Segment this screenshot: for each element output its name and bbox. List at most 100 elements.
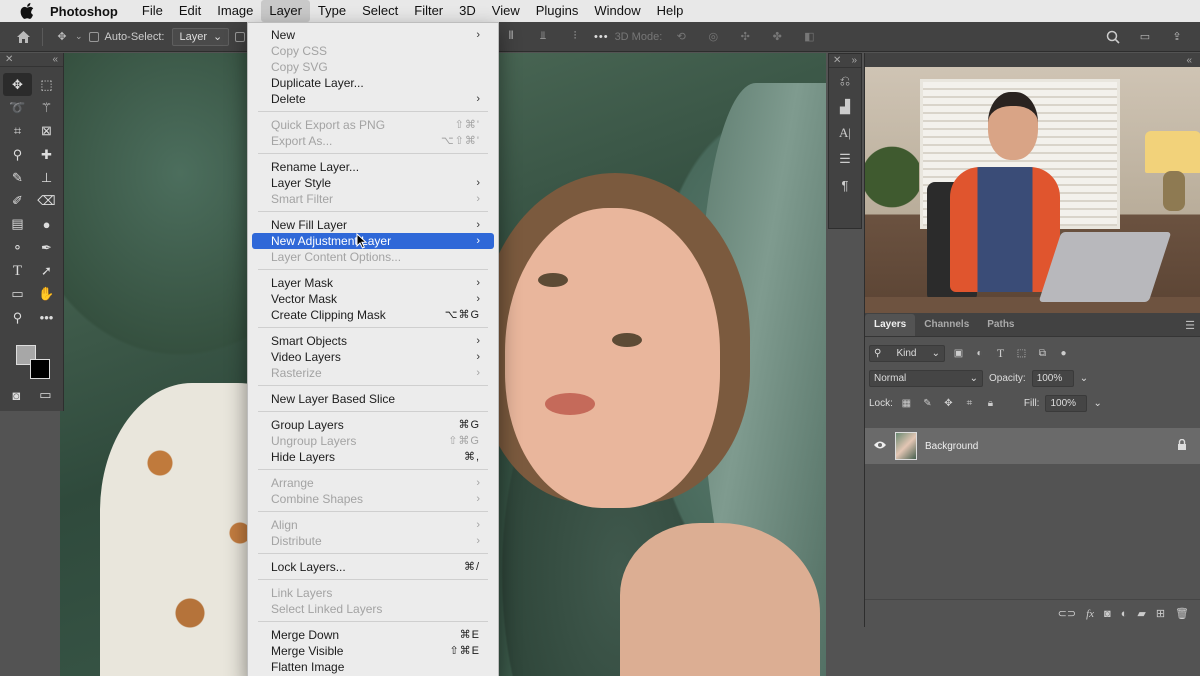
menu-item-delete[interactable]: Delete › — [252, 91, 494, 107]
menu-view[interactable]: View — [484, 0, 528, 22]
histogram-icon[interactable]: ▟ — [829, 94, 861, 120]
transform-controls-checkbox[interactable] — [235, 31, 246, 42]
menu-help[interactable]: Help — [649, 0, 692, 22]
menu-item-lock-layers[interactable]: Lock Layers... ⌘/ — [252, 559, 494, 575]
blur-tool-icon[interactable]: ● — [32, 213, 61, 236]
trash-icon[interactable]: 🗑︎ — [1175, 607, 1189, 620]
history-brush-tool-icon[interactable]: ✐ — [3, 189, 32, 212]
menu-plugins[interactable]: Plugins — [528, 0, 587, 22]
align-left-icon[interactable]: ⫴ — [498, 24, 524, 50]
eraser-tool-icon[interactable]: ⌫ — [32, 189, 61, 212]
distribute-icon[interactable]: ⫶ — [562, 24, 588, 50]
drag-3d-icon[interactable]: ✣ — [732, 24, 758, 50]
expand-icon[interactable]: » — [851, 55, 857, 66]
menu-select[interactable]: Select — [354, 0, 406, 22]
menu-item-hide-layers[interactable]: Hide Layers ⌘, — [252, 449, 494, 465]
hand-tool-icon[interactable]: ✋ — [32, 283, 61, 306]
dodge-tool-icon[interactable]: ⚬ — [3, 236, 32, 259]
add-mask-icon[interactable]: ◙ — [1104, 608, 1111, 620]
menu-item-new[interactable]: New › — [252, 27, 494, 43]
more-options-button[interactable]: ••• — [594, 31, 609, 43]
align-bottom-icon[interactable]: ⫫ — [530, 24, 556, 50]
menu-type[interactable]: Type — [310, 0, 354, 22]
filter-smart-object-icon[interactable]: ⧉ — [1035, 346, 1050, 361]
fill-input[interactable]: 100% — [1045, 395, 1088, 412]
apple-icon[interactable] — [18, 3, 36, 19]
menu-item-smart-objects[interactable]: Smart Objects › — [252, 333, 494, 349]
adjustments-icon[interactable]: ☰ — [829, 146, 861, 172]
chevron-down-icon[interactable]: ⌄ — [1080, 373, 1088, 384]
close-icon[interactable]: ✕ — [833, 55, 841, 66]
lock-transparent-icon[interactable]: ▦ — [899, 396, 914, 411]
menu-item-new-fill-layer[interactable]: New Fill Layer › — [252, 217, 494, 233]
menu-3d[interactable]: 3D — [451, 0, 484, 22]
healing-brush-tool-icon[interactable]: ✚ — [32, 143, 61, 166]
rectangle-tool-icon[interactable]: ▭ — [3, 283, 32, 306]
close-icon[interactable]: ✕ — [5, 54, 13, 65]
panel-menu-icon[interactable]: ☰ — [1185, 319, 1195, 332]
filter-shape-icon[interactable]: ⬚ — [1014, 346, 1029, 361]
menu-item-vector-mask[interactable]: Vector Mask › — [252, 291, 494, 307]
zoom-tool-icon[interactable]: ⚲ — [3, 306, 32, 329]
collapse-icon[interactable]: « — [1186, 55, 1192, 66]
lock-artboard-icon[interactable]: ⌗ — [962, 396, 977, 411]
history-icon[interactable]: ⎌ — [829, 68, 861, 94]
move-tool-icon[interactable]: ✥ — [3, 73, 32, 97]
eyedropper-tool-icon[interactable]: ⚲ — [3, 143, 32, 166]
menu-item-layer-style[interactable]: Layer Style › — [252, 175, 494, 191]
search-icon[interactable] — [1100, 24, 1126, 50]
menu-item-merge-down[interactable]: Merge Down ⌘E — [252, 627, 494, 643]
new-group-icon[interactable]: ▰ — [1137, 607, 1145, 620]
menu-file[interactable]: File — [134, 0, 171, 22]
roll-3d-icon[interactable]: ◎ — [700, 24, 726, 50]
link-layers-icon[interactable]: ⊂⊃ — [1058, 607, 1076, 620]
type-tool-icon[interactable]: T — [3, 259, 32, 282]
chevron-down-icon[interactable]: ⌄ — [75, 31, 83, 42]
chevron-down-icon[interactable]: ⌄ — [1093, 398, 1101, 409]
tab-channels[interactable]: Channels — [915, 314, 978, 336]
menu-item-new-adjustment-layer[interactable]: New Adjustment Layer › — [252, 232, 494, 249]
move-tool-icon[interactable]: ✥ — [49, 24, 75, 50]
tab-layers[interactable]: Layers — [865, 314, 916, 336]
menu-edit[interactable]: Edit — [171, 0, 209, 22]
menu-item-layer-mask[interactable]: Layer Mask › — [252, 275, 494, 291]
marquee-tool-icon[interactable]: ⬚ — [32, 73, 61, 96]
stamp-tool-icon[interactable]: ⊥ — [32, 166, 61, 189]
new-layer-icon[interactable]: ⊞ — [1156, 607, 1165, 620]
screen-mode-icon[interactable]: ▭ — [39, 387, 51, 403]
workspace-icon[interactable]: ▭ — [1132, 24, 1158, 50]
filter-kind-dropdown[interactable]: ⚲ Kind ⌄ — [869, 345, 945, 362]
collapse-icon[interactable]: « — [52, 54, 58, 65]
share-icon[interactable]: ⇪ — [1164, 24, 1190, 50]
orbit-3d-icon[interactable]: ⟲ — [668, 24, 694, 50]
path-selection-tool-icon[interactable]: ➚ — [32, 259, 61, 282]
frame-tool-icon[interactable]: ⊠ — [32, 120, 61, 143]
menu-item-create-clipping-mask[interactable]: Create Clipping Mask ⌥⌘G — [252, 307, 494, 323]
menu-item-group-layers[interactable]: Group Layers ⌘G — [252, 417, 494, 433]
tab-paths[interactable]: Paths — [978, 314, 1023, 336]
quick-mask-icon[interactable]: ◙ — [12, 387, 20, 403]
home-icon[interactable] — [10, 24, 36, 50]
magic-wand-tool-icon[interactable]: ⚚ — [32, 96, 61, 119]
layer-name[interactable]: Background — [925, 441, 978, 452]
menu-layer[interactable]: Layer — [261, 0, 310, 22]
fx-icon[interactable]: fx — [1086, 608, 1094, 620]
adjustment-layer-icon[interactable]: ◐ — [1121, 608, 1128, 620]
filter-type-icon[interactable]: T — [993, 346, 1008, 361]
slide-3d-icon[interactable]: ✤ — [764, 24, 790, 50]
filter-adjustment-icon[interactable]: ◐ — [972, 346, 987, 361]
menu-item-rename-layer[interactable]: Rename Layer... — [252, 159, 494, 175]
brush-tool-icon[interactable]: ✎ — [3, 166, 32, 189]
pen-tool-icon[interactable]: ✒ — [32, 236, 61, 259]
crop-tool-icon[interactable]: ⌗ — [3, 120, 32, 143]
app-name[interactable]: Photoshop — [50, 4, 118, 19]
filter-toggle-icon[interactable]: ● — [1056, 346, 1071, 361]
eye-visibility-icon[interactable] — [873, 440, 887, 453]
lock-all-icon[interactable]: 🔒︎ — [983, 396, 998, 411]
lock-image-icon[interactable]: ✎ — [920, 396, 935, 411]
auto-select-dropdown[interactable]: Layer ⌄ — [172, 27, 230, 46]
auto-select-checkbox[interactable] — [88, 31, 99, 42]
menu-item-new-layer-based-slice[interactable]: New Layer Based Slice — [252, 391, 494, 407]
opacity-input[interactable]: 100% — [1031, 370, 1074, 387]
lasso-tool-icon[interactable]: ➰ — [3, 96, 32, 119]
